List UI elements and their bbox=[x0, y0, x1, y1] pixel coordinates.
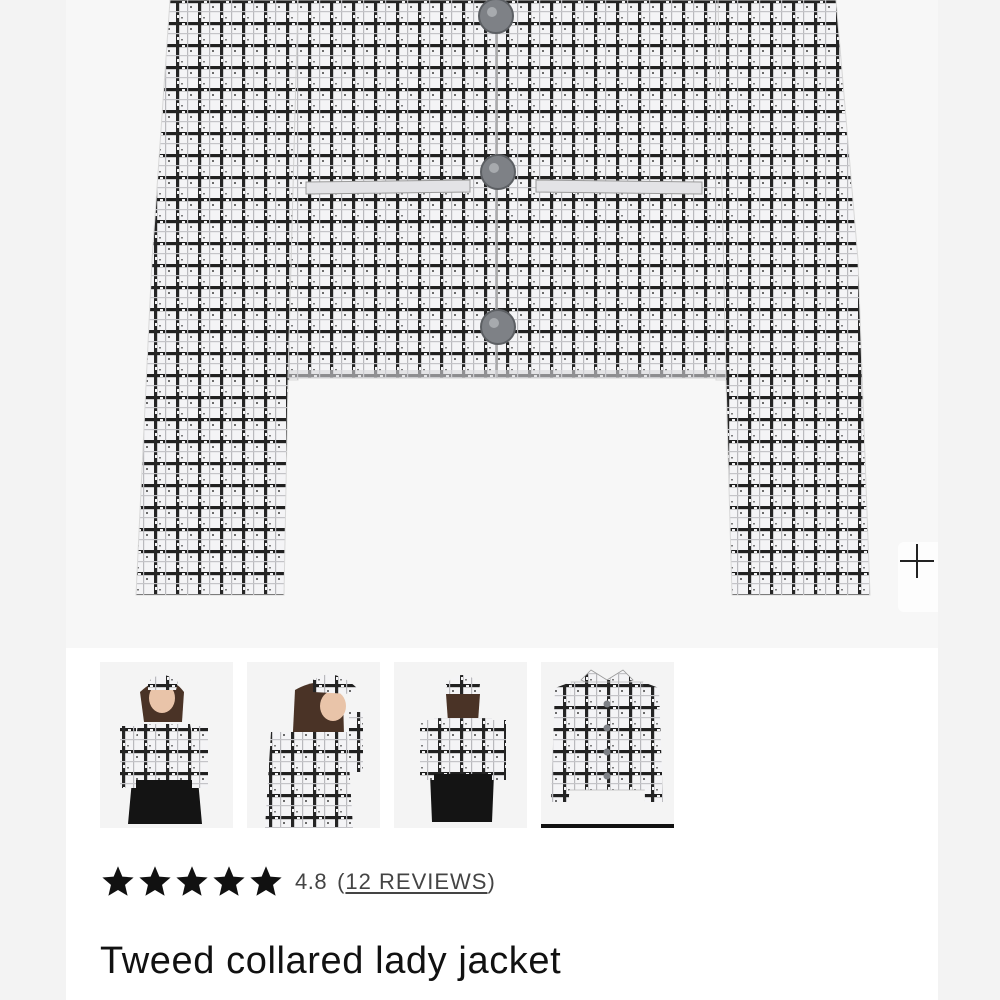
product-rating: 4.8 (12 REVIEWS) bbox=[100, 860, 496, 904]
thumb-flat-lay[interactable] bbox=[541, 662, 674, 828]
plus-icon bbox=[900, 544, 934, 578]
reviews-link[interactable]: 12 REVIEWS bbox=[345, 869, 487, 894]
thumb-back-model[interactable] bbox=[394, 662, 527, 828]
reviews-close-paren: ) bbox=[487, 869, 496, 894]
star-rating bbox=[100, 864, 285, 900]
model-front-image bbox=[100, 662, 233, 828]
zoom-button[interactable] bbox=[898, 542, 938, 612]
thumb-side-model[interactable] bbox=[247, 662, 380, 828]
star-icon bbox=[213, 866, 245, 896]
main-product-image[interactable] bbox=[66, 0, 938, 648]
rating-value: 4.8 bbox=[295, 869, 328, 894]
star-icon bbox=[176, 866, 208, 896]
thumb-front-model[interactable] bbox=[100, 662, 233, 828]
star-icon bbox=[139, 866, 171, 896]
jacket-button bbox=[478, 0, 514, 34]
jacket-button bbox=[480, 154, 516, 190]
product-title: Tweed collared lady jacket bbox=[100, 940, 562, 982]
star-icon bbox=[102, 866, 134, 896]
model-back-image bbox=[394, 662, 527, 828]
reviews-count: (12 REVIEWS) bbox=[337, 869, 496, 895]
jacket-closeup-image bbox=[135, 0, 871, 596]
jacket-button bbox=[480, 309, 516, 345]
star-icon bbox=[250, 866, 282, 896]
model-side-image bbox=[247, 662, 380, 828]
jacket-flat-image bbox=[541, 662, 674, 828]
